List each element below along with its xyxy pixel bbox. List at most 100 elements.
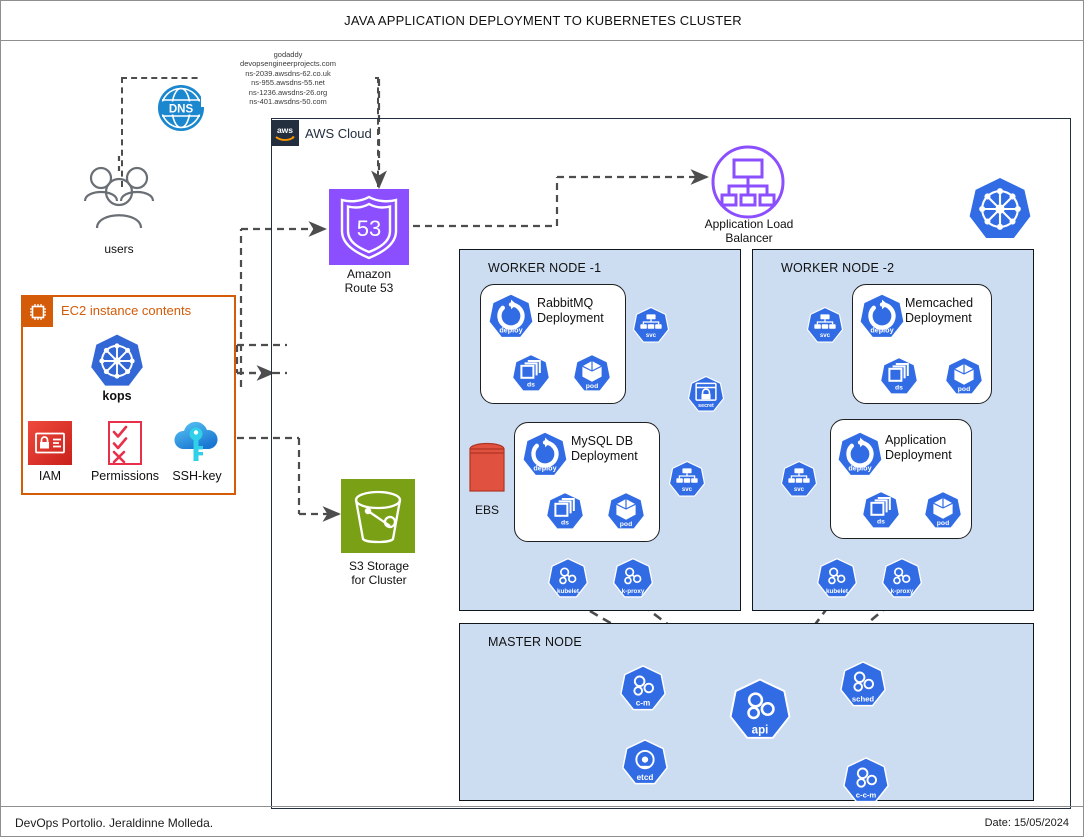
svg-text:c-c-m: c-c-m [856,790,877,799]
svg-text:svc: svc [820,332,831,339]
svg-text:api: api [752,724,769,736]
iam-icon [28,421,72,465]
amazon-route53-icon: 53 [329,189,409,265]
svg-text:secret: secret [698,403,714,409]
ds-icon: ds [545,491,585,531]
svg-text:deploy: deploy [499,325,522,334]
svg-text:pod: pod [620,521,632,528]
svc-icon: svc [632,306,670,344]
scheduler-icon: sched [839,660,887,708]
users-label: users [104,242,134,256]
deploy-icon: deploy [836,430,884,478]
svg-text:ds: ds [561,520,569,527]
svc-icon: svc [806,306,844,344]
dns-record-line: ns-1236.awsdns-26.org [248,87,328,97]
footer-date: Date: 15/05/2024 [984,817,1069,829]
dns-record-line: ns-955.awsdns-55.net [251,78,325,88]
dns-icon: DNS [156,83,206,133]
svg-text:ds: ds [895,385,903,392]
s3-storage-icon [341,479,415,553]
svg-text:aws: aws [277,125,293,135]
svg-text:svc: svc [794,486,805,493]
ds-icon: ds [861,490,901,530]
svg-text:k-proxy: k-proxy [622,588,645,595]
svg-text:deploy: deploy [533,463,556,472]
ec2-icon [23,297,53,327]
svc-icon: svc [780,460,818,498]
ebs-label: EBS [474,503,499,517]
route53-label: Amazon Route 53 [319,267,419,295]
deploy-icon: deploy [858,292,906,340]
svg-text:ds: ds [527,382,535,389]
etcd-icon: etcd [621,738,669,786]
footer-bar: DevOps Portolio. Jeraldinne Molleda. Dat… [1,806,1083,836]
worker-node-1-title: WORKER NODE -1 [488,261,602,275]
memcached-title-line1: Memcached [905,296,974,310]
dns-record-line: ns-2039.awsdns-62.co.uk [245,68,331,78]
ds-icon: ds [879,356,919,396]
aws-cloud-label: AWS Cloud [305,126,372,141]
kops-label: kops [102,389,132,403]
dns-icon-label: DNS [169,104,194,116]
svg-text:pod: pod [958,386,970,393]
pod-icon: pod [944,356,984,396]
svg-text:deploy: deploy [848,463,871,472]
svg-text:pod: pod [586,383,598,390]
route53-glyph: 53 [357,216,381,241]
svg-text:etcd: etcd [637,773,654,782]
dns-record-line: ns-401.awsdns-50.com [249,97,327,107]
s3-label-line2: for Cluster [351,573,407,587]
users-icon [79,159,159,237]
mysql-title-line1: MySQL DB [571,434,634,448]
svg-text:sched: sched [852,694,874,703]
dns-record-line: godaddy [273,50,303,59]
rabbitmq-title-line2: Deployment [537,311,604,325]
diagram-canvas: JAVA APPLICATION DEPLOYMENT TO KUBERNETE… [0,0,1084,837]
ds-icon: ds [511,353,551,393]
master-node-title: MASTER NODE [488,635,582,649]
permissions-label: Permissions [90,469,160,483]
alb-label-line2: Balancer [725,231,773,245]
svg-text:k-proxy: k-proxy [891,588,914,595]
memcached-title-line2: Deployment [905,311,972,325]
ec2-instance-contents-label: EC2 instance contents [61,303,192,318]
deploy-icon: deploy [487,292,535,340]
ebs-icon [468,441,506,499]
svg-text:kubelet: kubelet [557,588,580,595]
ssh-key-label: SSH-key [172,469,222,483]
svc-icon: svc [668,460,706,498]
controller-manager-icon: c-m [619,664,667,712]
pod-icon: pod [606,491,646,531]
rabbitmq-title-line1: RabbitMQ [537,296,594,310]
alb-label: Application Load Balancer [691,217,807,245]
dns-records-text: godaddy devopsengineerprojects.com ns-2039… [201,49,375,108]
pod-icon: pod [923,490,963,530]
svg-text:kubelet: kubelet [826,588,849,595]
cloud-controller-manager-icon: c-c-m [842,756,890,804]
aws-logo-icon: aws [271,120,299,146]
deploy-icon: deploy [521,430,569,478]
svg-text:ds: ds [877,519,885,526]
kubernetes-logo [967,176,1033,242]
svg-text:pod: pod [937,520,949,527]
route53-label-line2: Route 53 [344,281,394,295]
svg-text:svc: svc [646,332,657,339]
k-proxy-icon: k-proxy [881,557,923,599]
dns-record-line: devopsengineerprojects.com [240,59,336,69]
pod-icon: pod [572,353,612,393]
application-title-line2: Deployment [885,448,952,462]
kubelet-icon: kubelet [816,557,858,599]
svg-text:deploy: deploy [870,325,893,334]
s3-label: S3 Storage for Cluster [329,559,429,587]
iam-label: IAM [38,469,62,483]
permissions-checklist-icon [104,420,146,466]
application-title-line1: Application [885,433,947,447]
svg-text:c-m: c-m [636,698,651,707]
alb-label-line1: Application Load [704,217,794,231]
svg-text:svc: svc [682,486,693,493]
s3-label-line1: S3 Storage [348,559,410,573]
kubelet-icon: kubelet [547,557,589,599]
secret-icon: secret [687,375,725,413]
route53-label-line1: Amazon [346,267,392,281]
kops-icon [89,333,145,389]
